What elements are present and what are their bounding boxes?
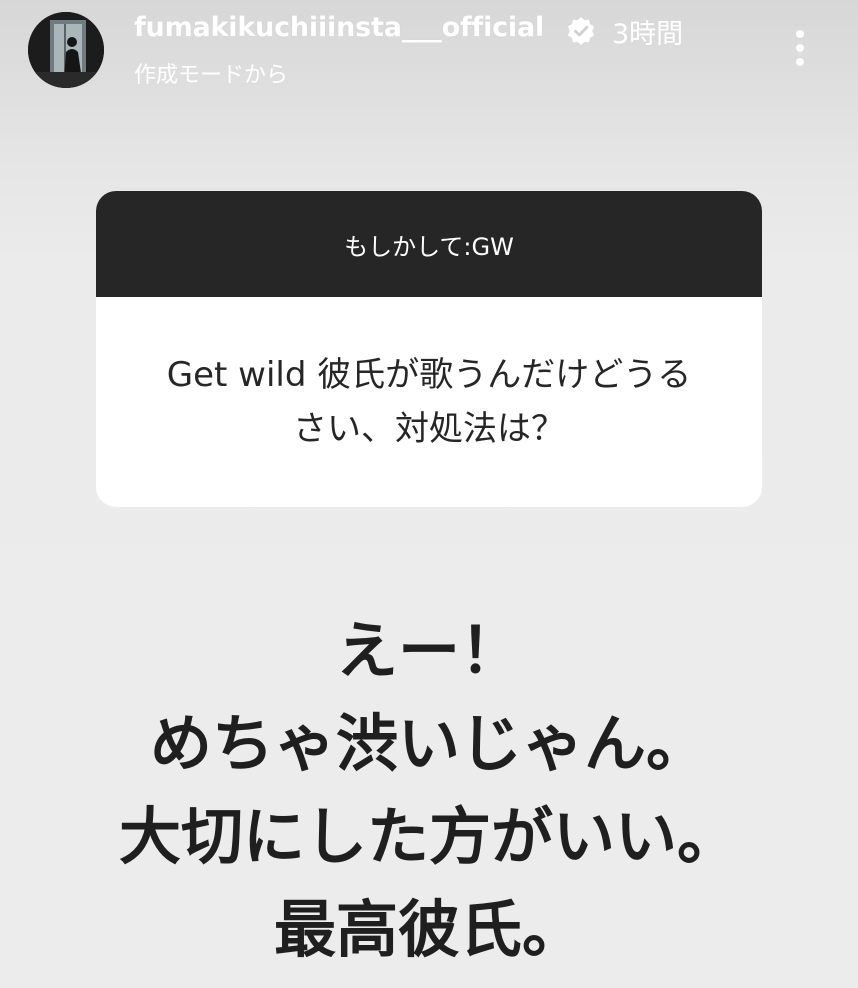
more-dot xyxy=(796,44,804,52)
question-sticker[interactable]: もしかして:GW Get wild 彼氏が歌うんだけどうるさい、対処法は？ xyxy=(96,191,762,507)
verified-badge-icon xyxy=(568,17,594,45)
reply-line: えー！ xyxy=(335,614,522,687)
reply-line: 大切にした方がいい。 xyxy=(118,800,739,873)
more-dot xyxy=(796,30,804,38)
avatar-image xyxy=(28,12,104,88)
story-screen: fumakikuchiiinsta___official 3時間 作成モードから… xyxy=(0,0,858,988)
question-text: Get wild 彼氏が歌うんだけどうるさい、対処法は？ xyxy=(166,355,692,449)
avatar[interactable] xyxy=(28,12,104,88)
more-dot xyxy=(796,58,804,66)
more-vertical-icon[interactable] xyxy=(788,26,812,70)
created-with-label[interactable]: 作成モードから xyxy=(134,57,288,89)
reply-text: えー！ めちゃ渋いじゃん。 大切にした方がいい。 最高彼氏。 xyxy=(0,604,858,976)
reply-line: めちゃ渋いじゃん。 xyxy=(149,707,708,780)
username[interactable]: fumakikuchiiinsta___official xyxy=(134,12,544,43)
reply-line: 最高彼氏。 xyxy=(273,893,584,966)
story-header: fumakikuchiiinsta___official 3時間 作成モードから xyxy=(0,0,858,110)
post-timestamp: 3時間 xyxy=(612,19,684,50)
question-prompt: もしかして:GW xyxy=(96,191,762,297)
